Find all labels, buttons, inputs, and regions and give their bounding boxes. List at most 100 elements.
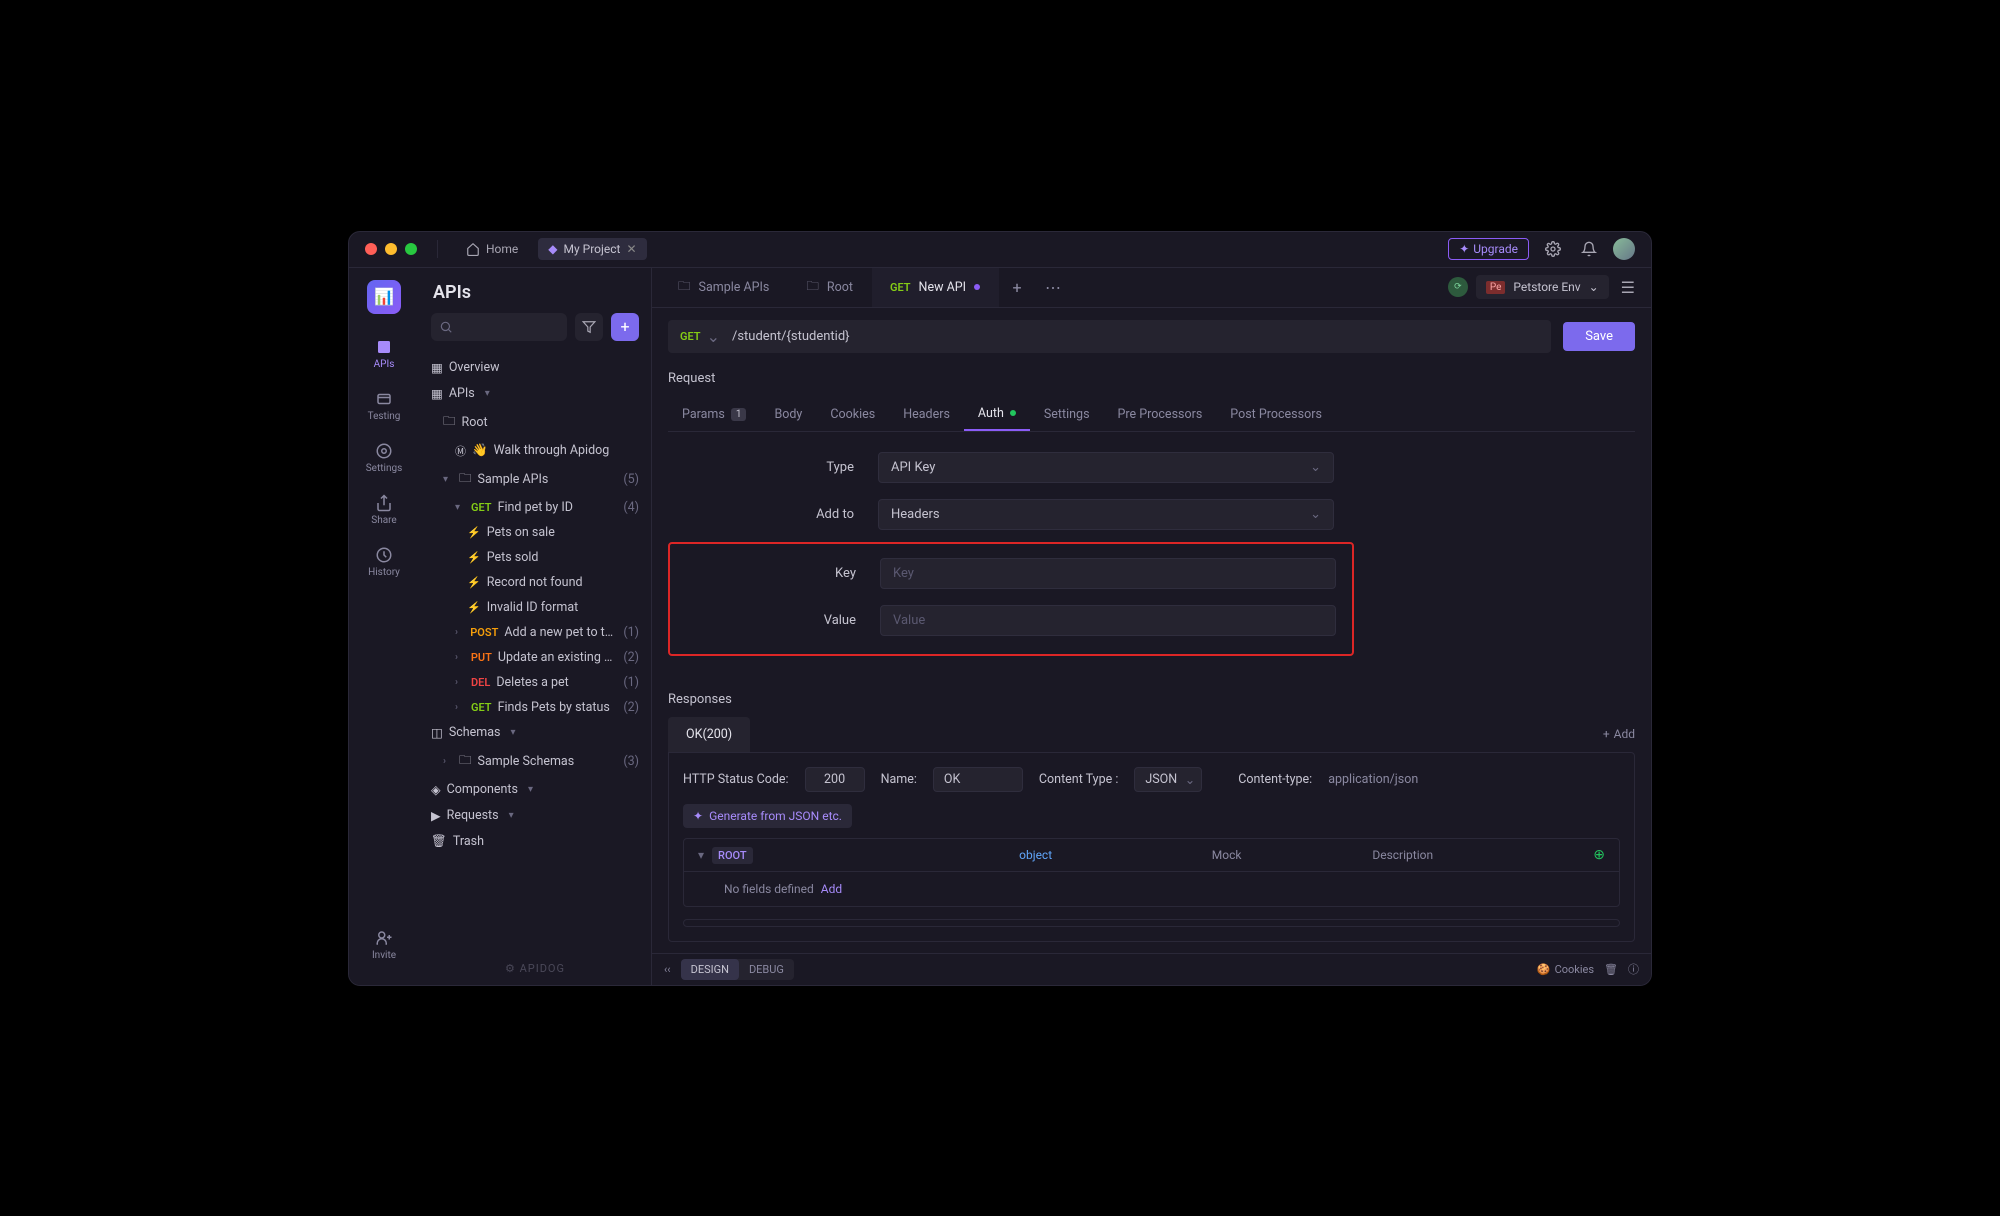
add-response-button[interactable]: +Add [1603,727,1635,741]
tree-sample-schemas[interactable]: ›🗀Sample Schemas(3) [419,746,651,777]
rail-apis[interactable]: APIs [354,330,414,378]
value-input[interactable] [893,613,1323,628]
tab-menu-button[interactable]: ⋯ [1035,268,1071,307]
upgrade-label: Upgrade [1473,242,1518,256]
tree-requests[interactable]: ▶Requests▾ [419,803,651,829]
mock-column-header: Mock [1212,848,1373,862]
tree-root-folder[interactable]: 🗀Root [419,407,651,438]
rail-invite[interactable]: Invite [354,921,414,969]
responses-section-title: Responses [668,692,1635,707]
name-label: Name: [881,772,917,787]
help-icon[interactable]: ⓘ [1628,961,1639,977]
request-tabs: Params1 Body Cookies Headers Auth Settin… [668,398,1635,432]
tree-find-pet[interactable]: ▾GETFind pet by ID(4) [419,495,651,520]
schema-type-link[interactable]: object [1019,848,1212,862]
response-tab-ok200[interactable]: OK(200) [668,717,750,752]
tab-pre-processors[interactable]: Pre Processors [1104,398,1217,431]
save-button[interactable]: Save [1563,322,1635,351]
tab-settings[interactable]: Settings [1030,398,1104,431]
tree-overview[interactable]: ▦Overview [419,355,651,381]
filter-button[interactable] [575,313,603,341]
folder-icon: 🗀 [443,412,456,433]
tree-update-pet[interactable]: ›PUTUpdate an existing p…(2) [419,645,651,670]
trash-icon: 🗑 [431,834,447,849]
tab-post-processors[interactable]: Post Processors [1216,398,1336,431]
tree-schemas[interactable]: ◫Schemas▾ [419,720,651,746]
tab-sample-apis[interactable]: 🗀Sample APIs [660,268,788,307]
content-header-value: application/json [1328,772,1418,787]
addto-select[interactable]: Headers⌄ [878,499,1334,530]
panel-menu-button[interactable]: ☰ [1617,274,1639,301]
type-select[interactable]: API Key⌄ [878,452,1334,483]
chevron-down-icon: ⌄ [707,327,720,346]
search-input[interactable] [431,313,567,341]
content-type-select[interactable]: JSON ⌄ [1134,767,1202,792]
tree-ex-invalid[interactable]: ⚡Invalid ID format [419,595,651,620]
cookies-button[interactable]: 🍪 Cookies [1537,963,1594,976]
url-input[interactable] [720,320,1551,353]
project-name: My Project [564,242,621,256]
tree-delete-pet[interactable]: ›DELDeletes a pet(1) [419,670,651,695]
maximize-window-button[interactable] [405,243,417,255]
close-window-button[interactable] [365,243,377,255]
tree-components[interactable]: ◈Components▾ [419,777,651,803]
rail-history-label: History [368,567,400,578]
tab-auth[interactable]: Auth [964,398,1030,431]
tree-walkthrough[interactable]: Ⓜ👋Walk through Apidog [419,438,651,464]
rail-invite-label: Invite [372,950,396,961]
app-logo[interactable]: 📊 [367,280,401,314]
close-project-icon[interactable]: ✕ [626,242,636,256]
user-avatar[interactable] [1613,238,1635,260]
environment-selector[interactable]: Pe Petstore Env ⌄ [1476,275,1609,299]
upgrade-button[interactable]: ✦ Upgrade [1448,238,1529,260]
rail-history[interactable]: History [354,538,414,586]
home-button[interactable]: Home [458,238,526,260]
tab-new-api[interactable]: GET New API [872,268,999,307]
tree-ex-onsale[interactable]: ⚡Pets on sale [419,520,651,545]
content-type-label: Content Type : [1039,772,1118,787]
add-field-button[interactable]: ⊕ [1565,847,1605,863]
status-code-input[interactable] [805,767,865,792]
addto-label: Add to [668,507,878,522]
minimize-window-button[interactable] [385,243,397,255]
project-breadcrumb[interactable]: ◆ My Project ✕ [538,238,646,260]
tree-trash[interactable]: 🗑Trash [419,829,651,854]
rail-settings[interactable]: Settings [354,434,414,482]
collapsed-section [683,919,1620,927]
app-window: Home ◆ My Project ✕ ✦ Upgrade 📊 APIs [348,231,1652,986]
settings-icon[interactable] [1541,237,1565,261]
refresh-env-button[interactable]: ⟳ [1448,277,1468,297]
tree-sample-apis[interactable]: ▾🗀Sample APIs(5) [419,464,651,495]
debug-mode-button[interactable]: DEBUG [739,959,794,980]
tree-add-pet[interactable]: ›POSTAdd a new pet to the…(1) [419,620,651,645]
collapse-panel-button[interactable]: ‹‹ [664,963,671,976]
trash-icon[interactable]: 🗑 [1604,963,1618,976]
tab-body[interactable]: Body [760,398,816,431]
left-rail: 📊 APIs Testing Settings Share History [349,268,419,985]
tab-params[interactable]: Params1 [668,398,760,431]
response-name-input[interactable] [933,767,1023,792]
add-field-link[interactable]: Add [821,882,842,896]
url-bar: GET ⌄ Save [652,308,1651,365]
tab-cookies[interactable]: Cookies [816,398,889,431]
rail-testing[interactable]: Testing [354,382,414,430]
sidebar-title: APIs [419,268,651,313]
folder-icon: 🗀 [459,469,472,490]
add-button[interactable]: + [611,313,639,341]
rail-share[interactable]: Share [354,486,414,534]
key-input[interactable] [893,566,1323,581]
key-label: Key [670,566,880,581]
tree-apis-section[interactable]: ▦APIs▾ [419,381,651,407]
tab-root[interactable]: 🗀Root [788,268,872,307]
schema-root-chip: ROOT [712,847,753,864]
generate-from-json-button[interactable]: ✦Generate from JSON etc. [683,804,852,828]
tab-headers[interactable]: Headers [889,398,964,431]
add-tab-button[interactable]: + [999,268,1035,307]
folder-icon: 🗀 [459,751,472,772]
tree-ex-notfound[interactable]: ⚡Record not found [419,570,651,595]
tree-find-status[interactable]: ›GETFinds Pets by status(2) [419,695,651,720]
notifications-icon[interactable] [1577,237,1601,261]
chevron-down-icon: ⌄ [1185,772,1195,788]
design-mode-button[interactable]: DESIGN [681,959,739,980]
tree-ex-sold[interactable]: ⚡Pets sold [419,545,651,570]
